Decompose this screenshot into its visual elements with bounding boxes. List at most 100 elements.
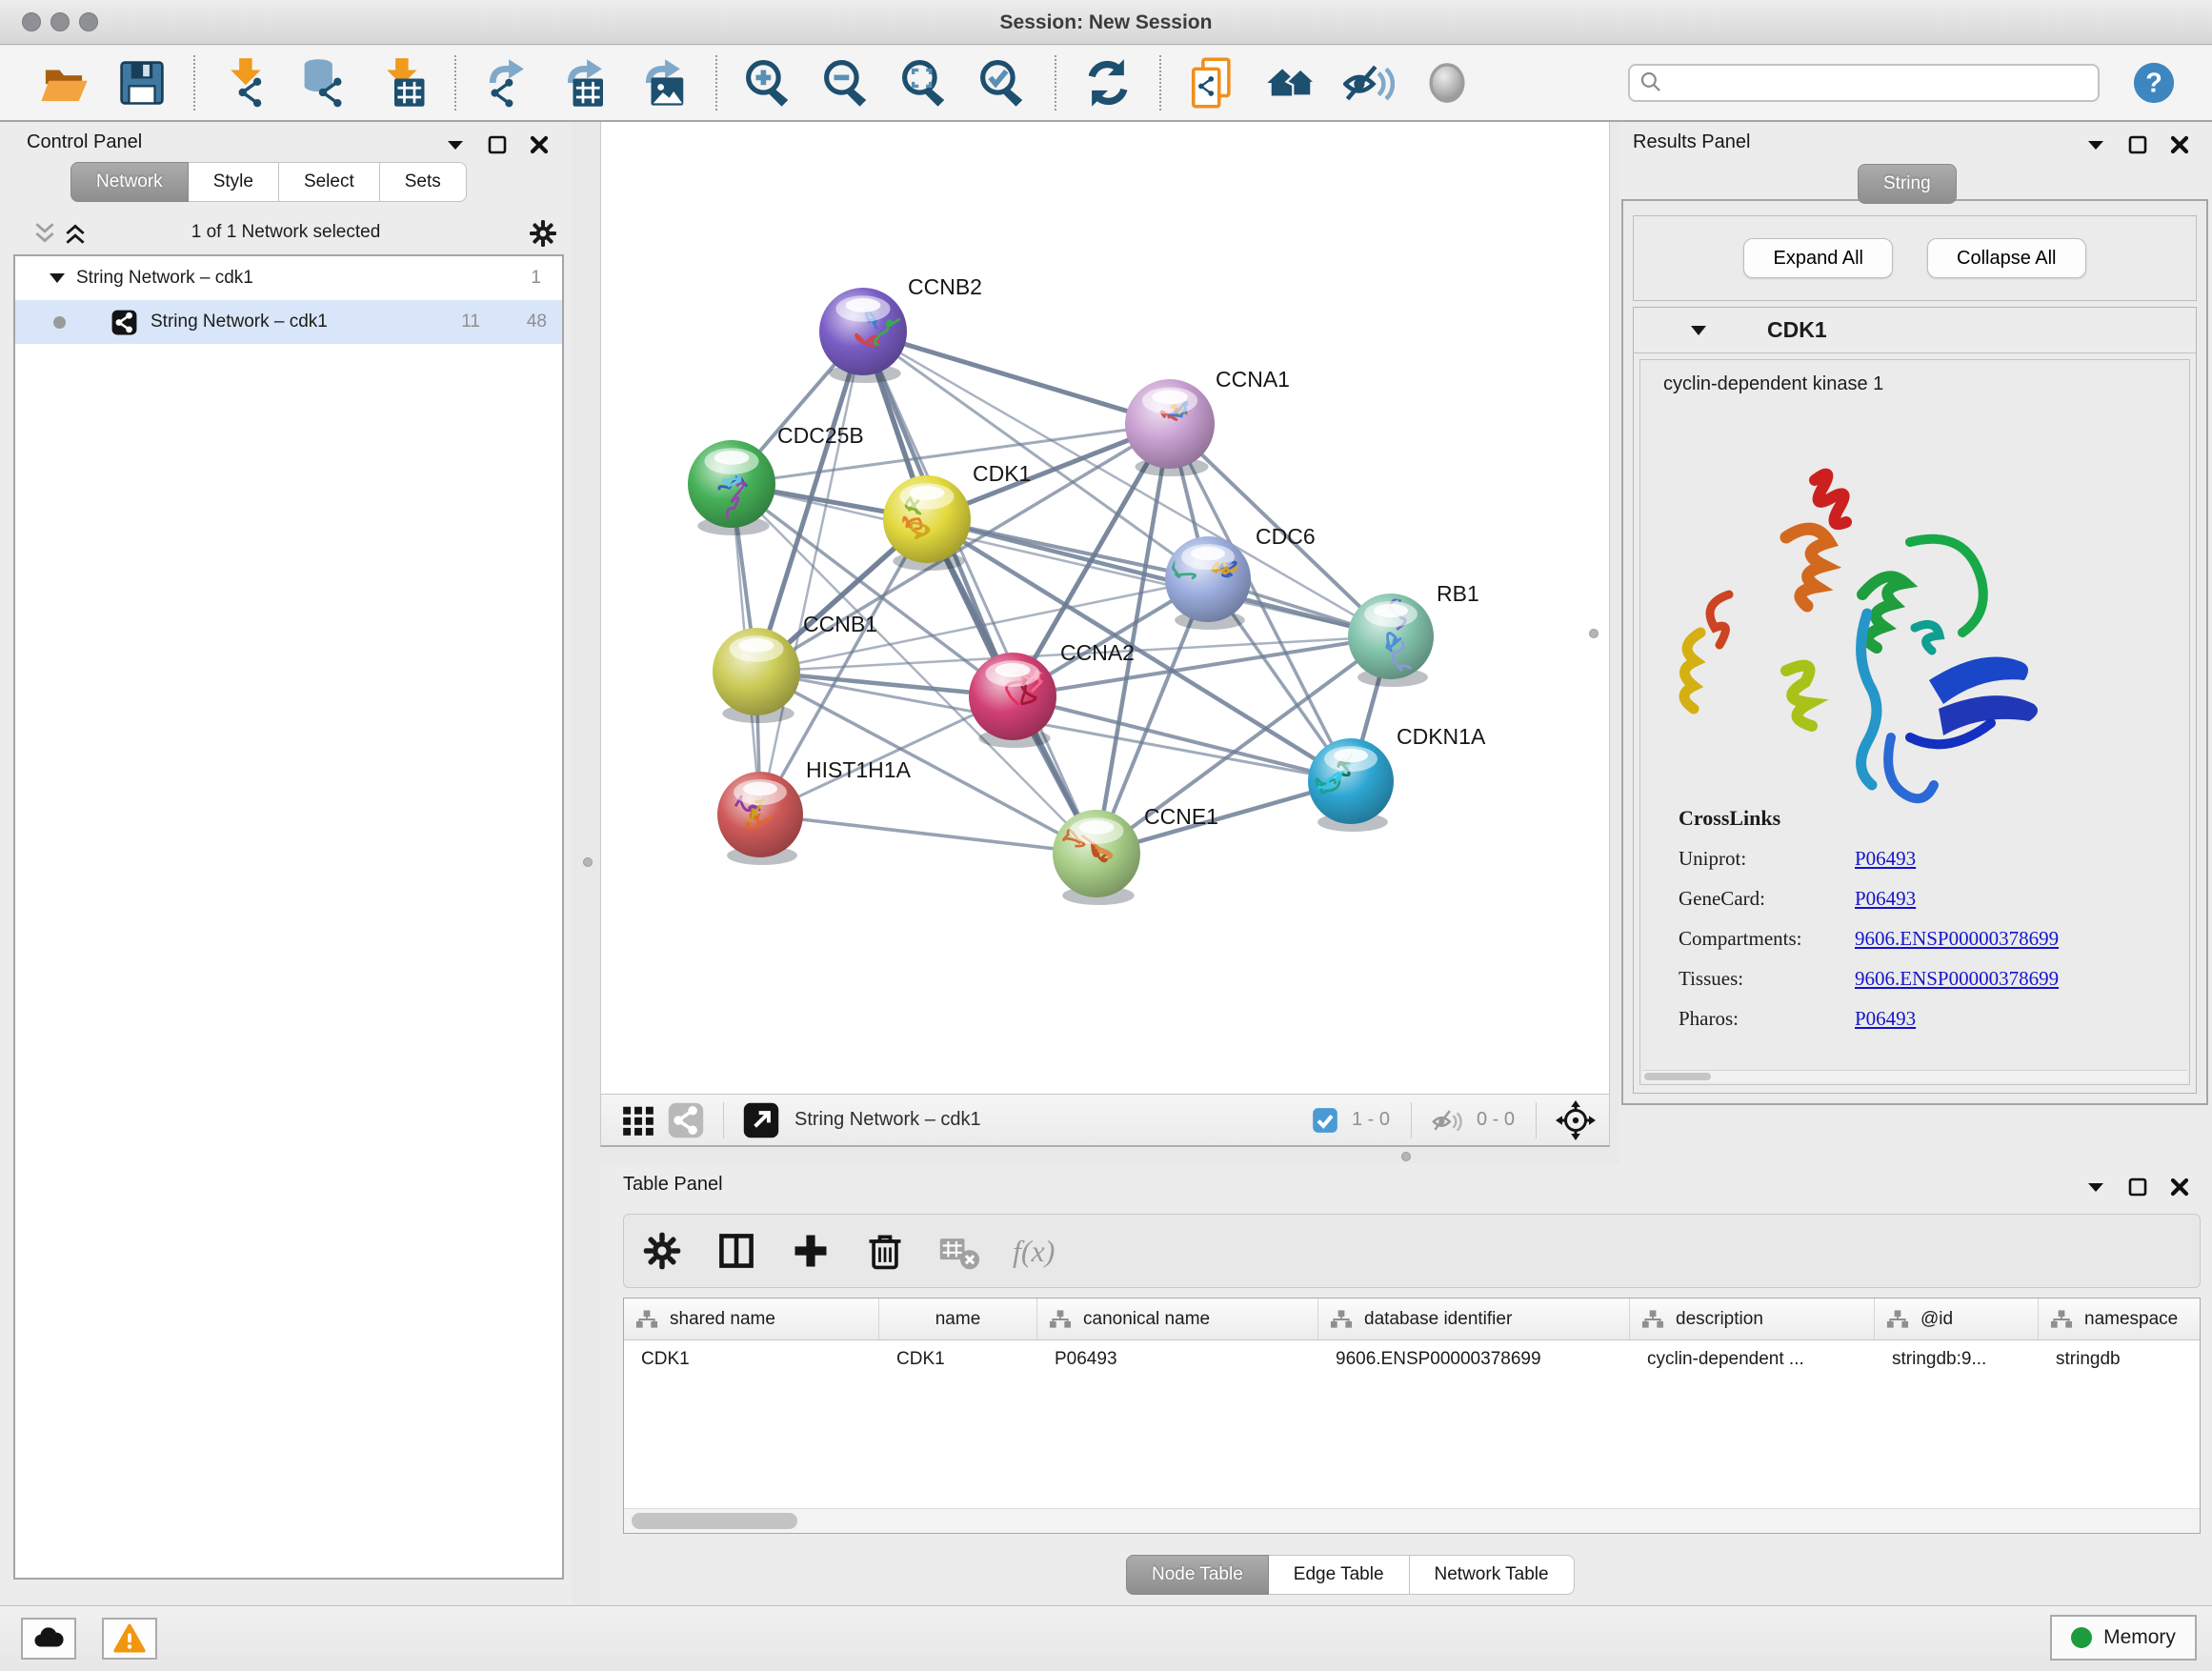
toggle-bird-eye-icon[interactable] — [1421, 57, 1473, 109]
column-header-namespace[interactable]: namespace — [2039, 1299, 2201, 1339]
apply-function-icon[interactable]: f(x) — [1013, 1234, 1055, 1269]
panel-close-icon[interactable] — [528, 133, 551, 156]
status-bar: Memory — [0, 1605, 2212, 1671]
memory-button[interactable]: Memory — [2050, 1615, 2197, 1661]
crosslink-value-link[interactable]: P06493 — [1855, 1007, 1916, 1031]
open-session-icon[interactable] — [38, 57, 90, 109]
network-badge-icon[interactable] — [668, 1102, 704, 1138]
update-network-icon[interactable] — [1082, 57, 1134, 109]
zoom-fit-icon[interactable] — [899, 57, 951, 109]
table-horizontal-scrollbar[interactable] — [624, 1508, 2200, 1533]
gene-collapse-icon[interactable] — [1691, 325, 1706, 336]
toggle-panel-split-icon[interactable] — [715, 1230, 757, 1272]
crosslink-value-link[interactable]: P06493 — [1855, 847, 1916, 871]
node-label-CDK1: CDK1 — [973, 461, 1031, 486]
show-network-overview-icon[interactable] — [1265, 57, 1317, 109]
left-splitter-handle[interactable] — [583, 857, 593, 867]
add-column-icon[interactable] — [790, 1230, 832, 1272]
import-table-file-icon[interactable] — [377, 57, 429, 109]
collapse-all-button[interactable]: Collapse All — [1927, 238, 2086, 278]
network-options-gear-icon[interactable] — [528, 218, 558, 249]
export-table-icon[interactable] — [560, 57, 612, 109]
export-network-icon[interactable] — [482, 57, 533, 109]
network-row[interactable]: String Network – cdk1 11 48 — [15, 300, 562, 344]
panel-close-icon[interactable] — [2168, 1176, 2191, 1198]
column-header-database-identifier[interactable]: database identifier — [1318, 1299, 1630, 1339]
node-label-HIST1H1A: HIST1H1A — [806, 757, 912, 782]
tab-string[interactable]: String — [1858, 164, 1957, 204]
cloud-status-button[interactable] — [21, 1618, 76, 1660]
panel-close-icon[interactable] — [2168, 133, 2191, 156]
node-HIST1H1A[interactable] — [717, 772, 803, 865]
zoom-selected-icon[interactable] — [977, 57, 1029, 109]
right-splitter-handle[interactable] — [1589, 629, 1599, 638]
tab-sets[interactable]: Sets — [380, 162, 467, 202]
search-box — [1628, 64, 2100, 102]
edge-CDK1-RB1[interactable] — [927, 519, 1391, 636]
panel-float-icon[interactable] — [2126, 133, 2149, 156]
gene-section-header[interactable]: CDK1 — [1634, 308, 2196, 353]
node-RB1[interactable] — [1348, 594, 1434, 687]
expand-all-button[interactable]: Expand All — [1743, 238, 1893, 278]
hidden-eye-slash-icon[interactable] — [1431, 1104, 1463, 1137]
edge-CCNB2-CCNA1[interactable] — [863, 332, 1170, 424]
import-network-file-icon[interactable] — [221, 57, 272, 109]
hide-panels-icon[interactable] — [1343, 57, 1395, 109]
network-label: String Network – cdk1 — [151, 312, 328, 332]
search-input[interactable] — [1666, 68, 2090, 98]
tab-style[interactable]: Style — [189, 162, 279, 202]
delete-column-icon[interactable] — [864, 1230, 906, 1272]
gene-horizontal-scrollbar[interactable] — [1642, 1070, 2187, 1082]
node-CCNA1[interactable] — [1125, 379, 1215, 476]
crosslink-value-link[interactable]: P06493 — [1855, 887, 1916, 911]
delete-table-icon[interactable] — [938, 1230, 980, 1272]
save-session-icon[interactable] — [116, 57, 168, 109]
panel-float-icon[interactable] — [486, 133, 509, 156]
open-in-new-window-icon[interactable] — [743, 1102, 779, 1138]
network-collection-row[interactable]: String Network – cdk1 1 — [15, 256, 562, 300]
warning-status-button[interactable] — [102, 1618, 157, 1660]
column-header-description[interactable]: description — [1630, 1299, 1875, 1339]
node-CDC25B[interactable] — [688, 440, 775, 535]
network-status-dot — [53, 316, 66, 329]
column-header-canonical-name[interactable]: canonical name — [1037, 1299, 1318, 1339]
node-CCNA2[interactable] — [969, 653, 1056, 748]
tab-node-table[interactable]: Node Table — [1126, 1555, 1269, 1595]
column-header-shared-name[interactable]: shared name — [624, 1299, 879, 1339]
export-image-icon[interactable] — [638, 57, 690, 109]
panel-menu-icon[interactable] — [2084, 133, 2107, 156]
panel-menu-icon[interactable] — [2084, 1176, 2107, 1198]
zoom-out-icon[interactable] — [821, 57, 873, 109]
column-header-name[interactable]: name — [879, 1299, 1037, 1339]
node-label-CCNE1: CCNE1 — [1144, 804, 1218, 829]
edge-HIST1H1A-CCNE1[interactable] — [760, 815, 1096, 854]
panel-float-icon[interactable] — [2126, 1176, 2149, 1198]
bottom-splitter-handle[interactable] — [1401, 1152, 1411, 1161]
column-header-@id[interactable]: @id — [1875, 1299, 2039, 1339]
table-row[interactable]: CDK1CDK1P064939606.ENSP00000378699cyclin… — [624, 1340, 2200, 1379]
tab-network-table[interactable]: Network Table — [1410, 1555, 1575, 1595]
node-CCNE1[interactable] — [1053, 810, 1140, 905]
zoom-in-icon[interactable] — [743, 57, 794, 109]
tab-select[interactable]: Select — [279, 162, 380, 202]
copy-current-network-icon[interactable] — [1187, 57, 1238, 109]
crosslink-value-link[interactable]: 9606.ENSP00000378699 — [1855, 927, 2059, 951]
node-CDC6[interactable] — [1165, 536, 1251, 630]
crosslink-value-link[interactable]: 9606.ENSP00000378699 — [1855, 967, 2059, 991]
panel-menu-icon[interactable] — [444, 133, 467, 156]
grid-view-icon[interactable] — [620, 1102, 656, 1138]
help-icon[interactable]: ? — [2132, 61, 2176, 105]
network-canvas[interactable]: CCNB2CCNA1CDC25BCDK1CDC6RB1CCNB1CCNA2CDK… — [600, 122, 1610, 1094]
import-network-database-icon[interactable] — [299, 57, 351, 109]
control-panel-tabs: NetworkStyleSelectSets — [70, 162, 467, 202]
node-CCNB1[interactable] — [713, 628, 800, 723]
selected-checkbox-icon[interactable] — [1312, 1107, 1338, 1134]
node-CDKN1A[interactable] — [1308, 738, 1394, 832]
column-settings-icon[interactable] — [641, 1230, 683, 1272]
crosslink-row: GeneCard:P06493 — [1679, 887, 2176, 911]
tab-edge-table[interactable]: Edge Table — [1269, 1555, 1410, 1595]
birdseye-navigator-icon[interactable] — [1556, 1100, 1596, 1140]
collection-expand-icon[interactable] — [50, 272, 65, 284]
tab-network[interactable]: Network — [70, 162, 189, 202]
node-CDK1[interactable] — [883, 475, 971, 571]
